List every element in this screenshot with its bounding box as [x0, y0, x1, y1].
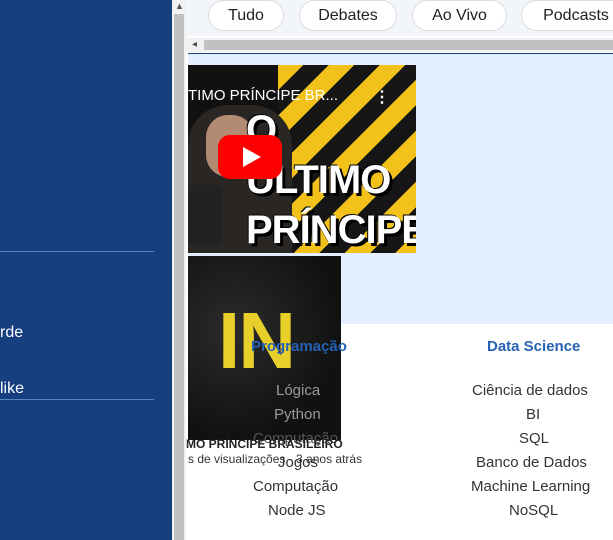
thumbnail-title: O ÚLTIMO PRÍNCIPE	[246, 108, 416, 252]
link-sql[interactable]: SQL	[519, 430, 549, 447]
heading-programacao[interactable]: Programação	[251, 338, 347, 355]
horizontal-scrollbar[interactable]: ◂	[186, 38, 613, 52]
chip-ao-vivo[interactable]: Ao Vivo	[412, 0, 507, 31]
scrollbar-thumb[interactable]	[174, 14, 184, 540]
link-machine-learning[interactable]: Machine Learning	[471, 478, 590, 495]
heading-data-science[interactable]: Data Science	[487, 338, 580, 355]
scroll-up-icon[interactable]: ▲	[175, 2, 184, 11]
featured-video-player[interactable]: O ÚLTIMO PRÍNCIPE TIMO PRÍNCIPE BR... ⋮	[188, 65, 416, 253]
sidebar-divider	[0, 251, 154, 252]
video-meta: s de visualizações · 3 anos atrás	[188, 452, 363, 466]
chip-podcasts[interactable]: Podcasts	[521, 0, 613, 31]
chip-tudo[interactable]: Tudo	[208, 0, 284, 31]
sidebar: rde like	[0, 0, 172, 540]
link-ciencia-de-dados[interactable]: Ciência de dados	[472, 382, 588, 399]
vertical-scrollbar[interactable]: ▲	[172, 0, 186, 540]
microphone	[188, 185, 222, 245]
link-python[interactable]: Python	[274, 406, 321, 423]
scrollbar-thumb[interactable]	[204, 40, 613, 50]
sidebar-item[interactable]: like	[0, 380, 24, 398]
sidebar-divider	[0, 399, 154, 400]
link-nosql[interactable]: NoSQL	[509, 502, 558, 519]
scroll-left-icon[interactable]: ◂	[192, 39, 197, 50]
link-computacao[interactable]: Computação	[253, 478, 338, 495]
video-title[interactable]: MO PRÍNCIPE BRASILEIRO	[186, 437, 343, 451]
sidebar-item[interactable]: rde	[0, 324, 23, 342]
link-banco-de-dados[interactable]: Banco de Dados	[476, 454, 587, 471]
link-node-js[interactable]: Node JS	[268, 502, 326, 519]
link-logica[interactable]: Lógica	[276, 382, 320, 399]
video-title[interactable]: TIMO PRÍNCIPE BR...	[188, 87, 363, 104]
chip-debates[interactable]: Debates	[299, 0, 397, 31]
more-options-icon[interactable]: ⋮	[374, 87, 390, 107]
link-bi[interactable]: BI	[526, 406, 540, 423]
play-button-icon[interactable]	[218, 135, 282, 179]
